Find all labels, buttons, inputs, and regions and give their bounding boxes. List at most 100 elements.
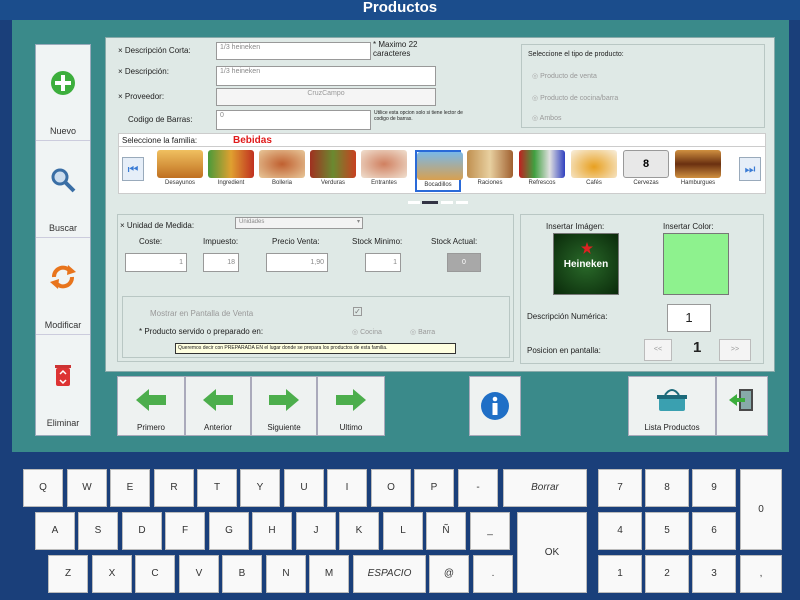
- radio-barra[interactable]: Barra: [410, 328, 435, 336]
- familia-cafes[interactable]: Cafés: [571, 150, 617, 192]
- key-borrar[interactable]: Borrar: [503, 469, 587, 507]
- familia-cervezas[interactable]: 8 Cervezas: [623, 150, 669, 192]
- key-enye[interactable]: Ñ: [426, 512, 466, 550]
- key-8[interactable]: 8: [645, 469, 689, 507]
- radio-cocina[interactable]: Cocina: [352, 328, 382, 336]
- key-l[interactable]: L: [383, 512, 423, 550]
- key-p[interactable]: P: [414, 469, 454, 507]
- pos-next-button[interactable]: >>: [719, 339, 751, 361]
- modificar-button[interactable]: Modificar: [36, 239, 90, 335]
- medida-select[interactable]: Unidades ▾: [235, 217, 363, 229]
- radio-producto-cocina[interactable]: Producto de cocina/barra: [532, 94, 618, 102]
- familia-next-button[interactable]: ⏭: [739, 157, 761, 181]
- mostrar-label: Mostrar en Pantalla de Venta: [150, 309, 254, 318]
- key-2[interactable]: 2: [645, 555, 689, 593]
- lista-productos-button[interactable]: Lista Productos: [628, 376, 716, 436]
- key-h[interactable]: H: [252, 512, 292, 550]
- familia-verduras[interactable]: Verduras: [310, 150, 356, 192]
- proveedor-select[interactable]: CruzCampo: [216, 88, 436, 106]
- familia-refrescos[interactable]: Refrescos: [519, 150, 565, 192]
- stock-min-input[interactable]: 1: [365, 253, 401, 272]
- radio-ambos[interactable]: Ambos: [532, 114, 562, 122]
- anterior-button[interactable]: Anterior: [185, 376, 251, 436]
- product-image[interactable]: Heineken: [553, 233, 619, 295]
- pos-prev-button[interactable]: <<: [644, 339, 672, 361]
- key-s[interactable]: S: [78, 512, 118, 550]
- key-y[interactable]: Y: [240, 469, 280, 507]
- familia-prev-button[interactable]: ⏮: [122, 157, 144, 181]
- primero-button[interactable]: Primero: [117, 376, 185, 436]
- familia-raciones[interactable]: Raciones: [467, 150, 513, 192]
- desc-corta-label: × Descripción Corta:: [118, 46, 191, 55]
- key-ok[interactable]: OK: [517, 512, 587, 593]
- basket-icon: [657, 389, 687, 411]
- key-t[interactable]: T: [197, 469, 237, 507]
- siguiente-button[interactable]: Siguiente: [251, 376, 317, 436]
- arrow-left-icon: ⏮: [127, 162, 139, 176]
- key-espacio[interactable]: ESPACIO: [353, 555, 426, 593]
- key-6[interactable]: 6: [692, 512, 736, 550]
- coste-input[interactable]: 1: [125, 253, 187, 272]
- eliminar-button[interactable]: Eliminar: [36, 336, 90, 432]
- key-j[interactable]: J: [296, 512, 336, 550]
- key-1[interactable]: 1: [598, 555, 642, 593]
- familia-desayunos[interactable]: Desayunos: [157, 150, 203, 192]
- barras-input[interactable]: 0: [216, 110, 371, 130]
- mostrar-checkbox[interactable]: ✓: [353, 307, 362, 316]
- info-button[interactable]: [469, 376, 521, 436]
- key-z[interactable]: Z: [48, 555, 88, 593]
- radio-producto-venta[interactable]: Producto de venta: [532, 72, 597, 80]
- impuesto-input[interactable]: 18: [203, 253, 239, 272]
- magnifier-icon: [51, 168, 76, 193]
- nuevo-button[interactable]: Nuevo: [36, 45, 90, 141]
- eliminar-label: Eliminar: [46, 418, 80, 428]
- window-title: Productos: [0, 0, 800, 20]
- color-swatch[interactable]: [663, 233, 729, 295]
- key-n[interactable]: N: [266, 555, 306, 593]
- key-q[interactable]: Q: [23, 469, 63, 507]
- desc-corta-input[interactable]: 1/3 heineken: [216, 42, 371, 60]
- key-5[interactable]: 5: [645, 512, 689, 550]
- key-3[interactable]: 3: [692, 555, 736, 593]
- key-c[interactable]: C: [135, 555, 175, 593]
- key-m[interactable]: M: [309, 555, 349, 593]
- prep-label: * Producto servido o preparado en:: [139, 327, 264, 336]
- familia-bolleria[interactable]: Bolleria: [259, 150, 305, 192]
- familia-bocadillos[interactable]: Bocadillos: [415, 150, 463, 192]
- key-9[interactable]: 9: [692, 469, 736, 507]
- desc-num-input[interactable]: 1: [667, 304, 711, 332]
- key-underscore[interactable]: _: [470, 512, 510, 550]
- key-comma[interactable]: ,: [740, 555, 782, 593]
- key-i[interactable]: I: [327, 469, 367, 507]
- buscar-button[interactable]: Buscar: [36, 142, 90, 238]
- familia-scroll-indicator[interactable]: [408, 201, 468, 205]
- key-dot[interactable]: .: [473, 555, 513, 593]
- key-0[interactable]: 0: [740, 469, 782, 550]
- key-u[interactable]: U: [284, 469, 324, 507]
- key-g[interactable]: G: [209, 512, 249, 550]
- key-dash[interactable]: -: [458, 469, 498, 507]
- refresh-icon: [50, 265, 76, 289]
- key-r[interactable]: R: [154, 469, 194, 507]
- key-a[interactable]: A: [35, 512, 75, 550]
- key-k[interactable]: K: [339, 512, 379, 550]
- familia-entrantes[interactable]: Entrantes: [361, 150, 407, 192]
- key-at[interactable]: @: [429, 555, 469, 593]
- key-x[interactable]: X: [92, 555, 132, 593]
- key-w[interactable]: W: [67, 469, 107, 507]
- key-o[interactable]: O: [371, 469, 411, 507]
- exit-button[interactable]: [716, 376, 768, 436]
- desc-input[interactable]: 1/3 heineken: [216, 66, 436, 86]
- ultimo-button[interactable]: Ultimo: [317, 376, 385, 436]
- familia-ingredient[interactable]: Ingredient: [208, 150, 254, 192]
- key-b[interactable]: B: [222, 555, 262, 593]
- key-d[interactable]: D: [122, 512, 162, 550]
- familia-hamburgues[interactable]: Hamburgues: [675, 150, 721, 192]
- key-e[interactable]: E: [110, 469, 150, 507]
- key-7[interactable]: 7: [598, 469, 642, 507]
- key-f[interactable]: F: [165, 512, 205, 550]
- key-4[interactable]: 4: [598, 512, 642, 550]
- precio-input[interactable]: 1,90: [266, 253, 328, 272]
- stock-act-value: 0: [447, 253, 481, 272]
- key-v[interactable]: V: [179, 555, 219, 593]
